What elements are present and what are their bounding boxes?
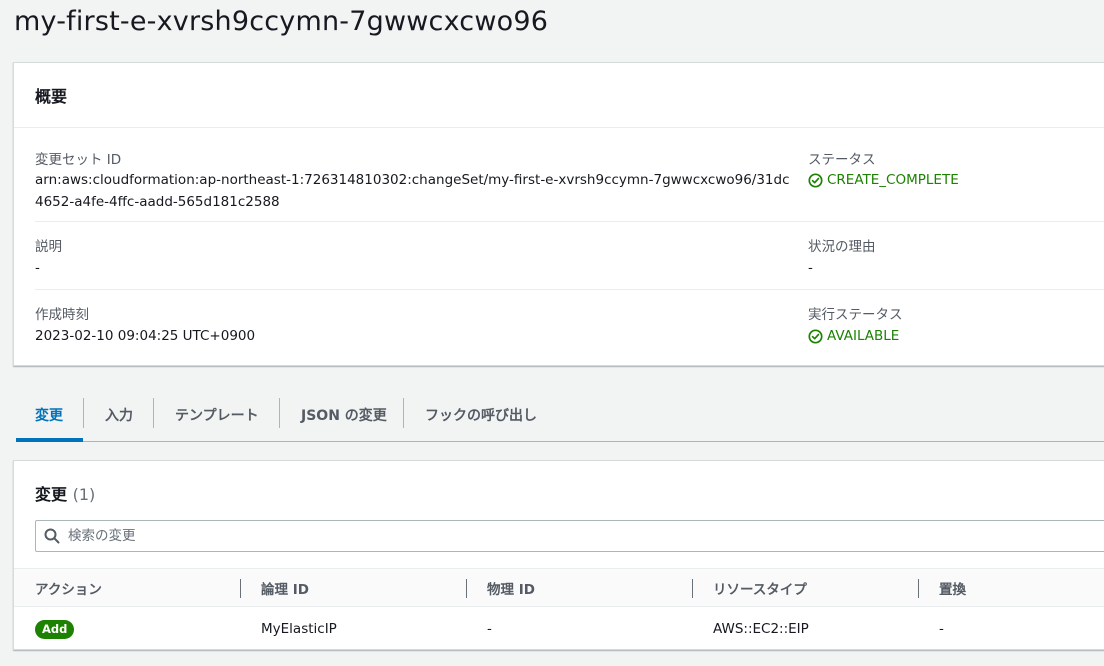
table-row: Add MyElasticIP - AWS::EC2::EIP - bbox=[14, 607, 1104, 651]
tab-separator bbox=[403, 398, 404, 428]
tab-separator bbox=[279, 398, 280, 428]
status-text: CREATE_COMPLETE bbox=[827, 172, 959, 188]
active-tab-indicator bbox=[16, 438, 83, 442]
status-reason-value: - bbox=[808, 260, 813, 276]
check-circle-icon bbox=[808, 172, 823, 188]
tab-separator bbox=[153, 398, 154, 428]
exec-status-label: 実行ステータス bbox=[808, 307, 903, 323]
created-row: 作成時刻 2023-02-10 09:04:25 UTC+0900 実行ステータ… bbox=[35, 290, 1104, 366]
column-resizer[interactable] bbox=[240, 579, 241, 598]
column-header-logical-id[interactable]: 論理 ID bbox=[261, 569, 309, 607]
column-header-physical-id[interactable]: 物理 ID bbox=[487, 569, 535, 607]
tab-input[interactable]: 入力 bbox=[105, 388, 133, 441]
search-icon bbox=[44, 528, 60, 544]
logical-id-cell: MyElasticIP bbox=[261, 621, 337, 637]
search-box bbox=[35, 520, 1104, 552]
tab-hook-invocations[interactable]: フックの呼び出し bbox=[425, 388, 537, 441]
tab-bar: 変更 入力 テンプレート JSON の変更 フックの呼び出し bbox=[16, 388, 1104, 442]
physical-id-cell: - bbox=[487, 621, 492, 637]
changes-heading: 変更 (1) bbox=[35, 481, 95, 505]
replacement-cell: - bbox=[939, 621, 944, 637]
description-row: 説明 - 状況の理由 - bbox=[35, 222, 1104, 290]
status-reason-label: 状況の理由 bbox=[808, 239, 876, 255]
overview-header: 概要 bbox=[14, 63, 1104, 128]
exec-status-text: AVAILABLE bbox=[827, 328, 900, 344]
tab-changes[interactable]: 変更 bbox=[35, 388, 63, 441]
table-header: アクション 論理 ID 物理 ID リソースタイプ 置換 bbox=[14, 568, 1104, 607]
status-value: CREATE_COMPLETE bbox=[808, 169, 959, 191]
tab-template[interactable]: テンプレート bbox=[175, 388, 259, 441]
changes-count: (1) bbox=[72, 485, 96, 504]
overview-heading: 概要 bbox=[35, 87, 68, 106]
page-title: my-first-e-xvrsh9ccymn-7gwwcxcwo96 bbox=[14, 6, 549, 37]
action-cell: Add bbox=[35, 607, 75, 651]
column-header-resource-type[interactable]: リソースタイプ bbox=[713, 569, 807, 607]
column-resizer[interactable] bbox=[918, 579, 919, 598]
changeset-id-value: arn:aws:cloudformation:ap-northeast-1:72… bbox=[35, 172, 790, 210]
check-circle-icon bbox=[808, 328, 823, 344]
tab-separator bbox=[83, 398, 84, 428]
changes-panel: 変更 (1) アクション 論理 ID 物理 ID リソースタイプ 置換 Add … bbox=[13, 460, 1104, 650]
description-label: 説明 bbox=[35, 239, 62, 255]
changes-heading-text: 変更 bbox=[35, 485, 68, 504]
created-value: 2023-02-10 09:04:25 UTC+0900 bbox=[35, 328, 256, 344]
changeset-id-label: 変更セット ID bbox=[35, 152, 122, 168]
tab-json-changes[interactable]: JSON の変更 bbox=[301, 388, 387, 441]
search-input[interactable] bbox=[68, 528, 868, 544]
created-label: 作成時刻 bbox=[35, 307, 89, 323]
column-header-replacement[interactable]: 置換 bbox=[939, 569, 966, 607]
column-header-action[interactable]: アクション bbox=[35, 569, 102, 607]
status-label: ステータス bbox=[808, 152, 876, 168]
resource-type-cell: AWS::EC2::EIP bbox=[713, 621, 809, 637]
exec-status-value: AVAILABLE bbox=[808, 325, 899, 347]
overview-panel: 概要 変更セット ID arn:aws:cloudformation:ap-no… bbox=[13, 62, 1104, 366]
description-value: - bbox=[35, 260, 40, 276]
column-resizer[interactable] bbox=[692, 579, 693, 598]
changeset-id-row: 変更セット ID arn:aws:cloudformation:ap-north… bbox=[35, 128, 1104, 222]
column-resizer[interactable] bbox=[466, 579, 467, 598]
action-badge: Add bbox=[35, 619, 75, 639]
